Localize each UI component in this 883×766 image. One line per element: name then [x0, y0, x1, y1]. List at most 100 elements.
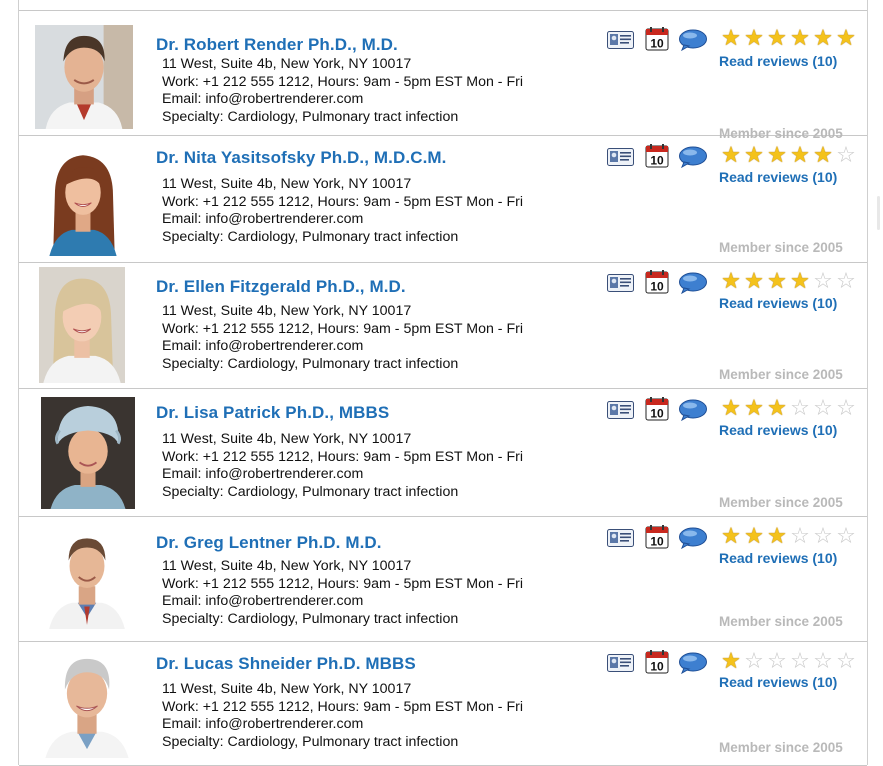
doctor-name-link[interactable]: Dr. Robert Render Ph.D., M.D. — [156, 35, 398, 55]
star-filled-icon: ★ — [790, 142, 810, 167]
address-text: 11 West, Suite 4b, New York, NY 10017 — [162, 176, 412, 192]
read-reviews-link[interactable]: Read reviews (10) — [719, 550, 837, 566]
star-filled-icon: ★ — [767, 142, 787, 167]
read-reviews-link[interactable]: Read reviews (10) — [719, 53, 837, 69]
calendar-icon[interactable]: 10 — [645, 397, 669, 421]
doctor-row: Dr. Lisa Patrick Ph.D., MBBS 11 West, Su… — [19, 389, 867, 517]
member-since-text: Member since 2005 — [719, 240, 843, 255]
star-empty-icon: ☆ — [813, 648, 833, 673]
scrollbar-hint[interactable] — [877, 196, 880, 230]
read-reviews-link[interactable]: Read reviews (10) — [719, 674, 837, 690]
star-filled-icon: ★ — [790, 25, 810, 50]
specialty-text: Specialty: Cardiology, Pulmonary tract i… — [162, 610, 459, 627]
star-rating[interactable]: ★ ☆ ☆ ☆ ☆ ☆ — [719, 650, 857, 672]
contact-card-icon[interactable] — [607, 401, 634, 419]
star-filled-icon: ★ — [767, 523, 787, 548]
calendar-icon[interactable]: 10 — [645, 270, 669, 294]
chat-bubble-icon[interactable] — [678, 399, 708, 422]
star-filled-icon: ★ — [836, 25, 856, 50]
calendar-icon[interactable]: 10 — [645, 650, 669, 674]
work-text: Work: +1 212 555 1212, Hours: 9am - 5pm … — [162, 698, 524, 715]
chat-bubble-icon[interactable] — [678, 652, 708, 675]
email-text: Email: info@robertrenderer.com — [162, 211, 364, 227]
star-filled-icon: ★ — [790, 268, 810, 293]
star-filled-icon: ★ — [721, 395, 741, 420]
star-empty-icon: ☆ — [836, 648, 856, 673]
email-text: Email: info@robertrenderer.com — [162, 466, 364, 482]
star-rating[interactable]: ★ ★ ★ ☆ ☆ ☆ — [719, 397, 857, 419]
contact-card-icon[interactable] — [607, 654, 634, 672]
doctor-photo-female-surgical-cap — [41, 397, 135, 509]
doctor-name-link[interactable]: Dr. Lucas Shneider Ph.D. MBBS — [156, 654, 416, 674]
email-text: Email: info@robertrenderer.com — [162, 91, 364, 107]
star-empty-icon: ☆ — [813, 395, 833, 420]
chat-bubble-icon[interactable] — [678, 272, 708, 295]
star-rating[interactable]: ★ ★ ★ ★ ★ ★ — [719, 27, 857, 49]
svg-text:10: 10 — [650, 535, 664, 549]
doctor-list-panel: Dr. Robert Render Ph.D., M.D. 11 West, S… — [18, 0, 868, 766]
calendar-icon[interactable]: 10 — [645, 27, 669, 51]
doctor-photo[interactable] — [39, 267, 125, 383]
calendar-icon[interactable]: 10 — [645, 144, 669, 168]
action-icons: 10 — [607, 144, 707, 170]
address-text: 11 West, Suite 4b, New York, NY 10017 — [162, 681, 412, 697]
work-text: Work: +1 212 555 1212, Hours: 9am - 5pm … — [162, 320, 524, 337]
contact-card-icon[interactable] — [607, 148, 634, 166]
doctor-photo[interactable] — [35, 25, 133, 129]
read-reviews-link[interactable]: Read reviews (10) — [719, 295, 837, 311]
read-reviews-link[interactable]: Read reviews (10) — [719, 169, 837, 185]
doctor-row: Dr. Nita Yasitsofsky Ph.D., M.D.C.M. 11 … — [19, 136, 867, 263]
star-rating[interactable]: ★ ★ ★ ☆ ☆ ☆ — [719, 525, 857, 547]
contact-card-icon[interactable] — [607, 274, 634, 292]
doctor-row: Dr. Robert Render Ph.D., M.D. 11 West, S… — [19, 11, 867, 141]
star-rating[interactable]: ★ ★ ★ ★ ☆ ☆ — [719, 270, 857, 292]
star-empty-icon: ☆ — [813, 523, 833, 548]
doctor-name-link[interactable]: Dr. Greg Lentner Ph.D. M.D. — [156, 533, 382, 553]
star-filled-icon: ★ — [744, 523, 764, 548]
chat-bubble-icon[interactable] — [678, 146, 708, 169]
star-filled-icon: ★ — [767, 268, 787, 293]
star-filled-icon: ★ — [744, 395, 764, 420]
doctor-photo-male-dark-hair — [35, 25, 133, 129]
star-filled-icon: ★ — [813, 142, 833, 167]
svg-text:10: 10 — [650, 280, 664, 294]
star-empty-icon: ☆ — [767, 648, 787, 673]
action-icons: 10 — [607, 650, 707, 676]
star-rating[interactable]: ★ ★ ★ ★ ★ ☆ — [719, 144, 857, 166]
chat-bubble-icon[interactable] — [678, 29, 708, 52]
read-reviews-link[interactable]: Read reviews (10) — [719, 422, 837, 438]
star-filled-icon: ★ — [767, 25, 787, 50]
star-empty-icon: ☆ — [790, 648, 810, 673]
doctor-photo-male-short-hair — [41, 525, 133, 629]
doctor-name-link[interactable]: Dr. Lisa Patrick Ph.D., MBBS — [156, 403, 389, 423]
doctor-contact-info: 11 West, Suite 4b, New York, NY 10017 Wo… — [162, 681, 523, 751]
doctor-photo[interactable] — [41, 144, 125, 256]
calendar-icon[interactable]: 10 — [645, 525, 669, 549]
doctor-photo[interactable] — [41, 525, 133, 629]
doctor-name-link[interactable]: Dr. Ellen Fitzgerald Ph.D., M.D. — [156, 277, 406, 297]
action-icons: 10 — [607, 397, 707, 423]
email-text: Email: info@robertrenderer.com — [162, 338, 364, 354]
specialty-text: Specialty: Cardiology, Pulmonary tract i… — [162, 483, 459, 500]
action-icons: 10 — [607, 27, 707, 53]
star-filled-icon: ★ — [721, 268, 741, 293]
star-filled-icon: ★ — [744, 268, 764, 293]
doctor-contact-info: 11 West, Suite 4b, New York, NY 10017 Wo… — [162, 303, 523, 373]
contact-card-icon[interactable] — [607, 529, 634, 547]
star-filled-icon: ★ — [721, 25, 741, 50]
contact-card-icon[interactable] — [607, 31, 634, 49]
star-empty-icon: ☆ — [790, 523, 810, 548]
member-since-text: Member since 2005 — [719, 614, 843, 629]
email-text: Email: info@robertrenderer.com — [162, 716, 364, 732]
star-empty-icon: ☆ — [744, 648, 764, 673]
chat-bubble-icon[interactable] — [678, 527, 708, 550]
doctor-name-link[interactable]: Dr. Nita Yasitsofsky Ph.D., M.D.C.M. — [156, 148, 446, 168]
work-text: Work: +1 212 555 1212, Hours: 9am - 5pm … — [162, 448, 524, 465]
star-empty-icon: ☆ — [836, 142, 856, 167]
doctor-contact-info: 11 West, Suite 4b, New York, NY 10017 Wo… — [162, 558, 523, 628]
svg-text:10: 10 — [650, 37, 664, 51]
address-text: 11 West, Suite 4b, New York, NY 10017 — [162, 303, 412, 319]
doctor-photo[interactable] — [39, 648, 135, 758]
doctor-photo[interactable] — [41, 397, 135, 509]
action-icons: 10 — [607, 525, 707, 551]
